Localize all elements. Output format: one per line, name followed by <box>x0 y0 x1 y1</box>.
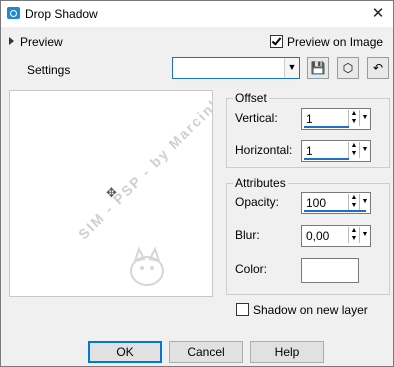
color-swatch[interactable] <box>301 258 359 283</box>
blur-spinner[interactable]: 0,00 ▲ ▼ ▼ <box>301 225 371 247</box>
chevron-down-icon[interactable]: ▼ <box>359 142 370 158</box>
cancel-button[interactable]: Cancel <box>169 341 243 363</box>
checkbox-checked-icon <box>270 35 283 48</box>
color-label: Color: <box>235 262 268 276</box>
checkbox-icon <box>236 303 249 316</box>
preview-label: Preview <box>20 35 63 49</box>
attributes-title: Attributes <box>233 176 288 190</box>
opacity-spinner[interactable]: 100 ▲ ▼ ▼ <box>301 192 371 214</box>
chevron-down-icon[interactable]: ▼ <box>359 110 370 126</box>
blur-label: Blur: <box>235 228 260 242</box>
save-icon: 💾 <box>310 61 326 75</box>
preview-on-image-label: Preview on Image <box>287 35 384 49</box>
cube-icon: ⬡ <box>342 61 354 75</box>
horizontal-label: Horizontal: <box>235 143 293 157</box>
opacity-label: Opacity: <box>235 195 280 209</box>
app-icon <box>7 7 20 19</box>
opacity-value: 100 <box>306 196 327 210</box>
spin-arrows-icon[interactable]: ▲ ▼ <box>348 110 359 126</box>
chevron-down-icon[interactable]: ▼ <box>284 58 299 78</box>
spin-arrows-icon[interactable]: ▲ ▼ <box>348 194 359 210</box>
close-button[interactable]: ✕ <box>363 1 393 27</box>
cat-watermark-icon <box>130 246 164 286</box>
shadow-on-new-layer-label: Shadow on new layer <box>253 303 368 317</box>
restore-button[interactable]: ↶ <box>367 57 389 79</box>
vertical-spinner[interactable]: 1 ▲ ▼ ▼ <box>301 108 371 130</box>
title-bar: Drop Shadow ✕ <box>1 1 393 27</box>
opacity-slider[interactable] <box>304 210 366 212</box>
reset-button[interactable]: ⬡ <box>337 57 359 79</box>
preview-expander[interactable]: Preview <box>9 35 63 49</box>
vertical-label: Vertical: <box>235 111 278 125</box>
preview-on-image-checkbox[interactable]: Preview on Image <box>270 35 383 49</box>
vertical-slider[interactable] <box>304 126 349 128</box>
settings-select[interactable]: ▼ <box>172 57 300 79</box>
ok-button[interactable]: OK <box>88 341 162 363</box>
undo-icon: ↶ <box>372 61 384 75</box>
shadow-on-new-layer-checkbox[interactable]: Shadow on new layer <box>236 303 368 317</box>
settings-label: Settings <box>27 63 71 77</box>
blur-value: 0,00 <box>306 229 330 243</box>
drop-shadow-dialog: Drop Shadow ✕ Preview Preview on Image S… <box>0 0 394 367</box>
save-preset-button[interactable]: 💾 <box>307 57 329 79</box>
vertical-value: 1 <box>306 112 313 126</box>
expand-triangle-icon <box>9 37 14 45</box>
chevron-down-icon[interactable]: ▼ <box>359 194 370 210</box>
watermark: SIM - PSP - by Marcinha <box>65 91 212 296</box>
watermark-text: SIM - PSP - by Marcinha <box>75 90 213 243</box>
offset-group: Offset Vertical: 1 ▲ ▼ ▼ Horizontal: 1 ▲ ▼… <box>226 91 390 168</box>
chevron-down-icon[interactable]: ▼ <box>359 227 370 243</box>
spin-arrows-icon[interactable]: ▲ ▼ <box>348 227 359 243</box>
horizontal-value: 1 <box>306 144 313 158</box>
horizontal-slider[interactable] <box>304 158 349 160</box>
horizontal-spinner[interactable]: 1 ▲ ▼ ▼ <box>301 140 371 162</box>
help-button[interactable]: Help <box>250 341 324 363</box>
offset-title: Offset <box>233 91 269 105</box>
spin-arrows-icon[interactable]: ▲ ▼ <box>348 142 359 158</box>
window-title: Drop Shadow <box>25 7 98 21</box>
preview-canvas[interactable]: ✥ SIM - PSP - by Marcinha <box>9 90 213 297</box>
